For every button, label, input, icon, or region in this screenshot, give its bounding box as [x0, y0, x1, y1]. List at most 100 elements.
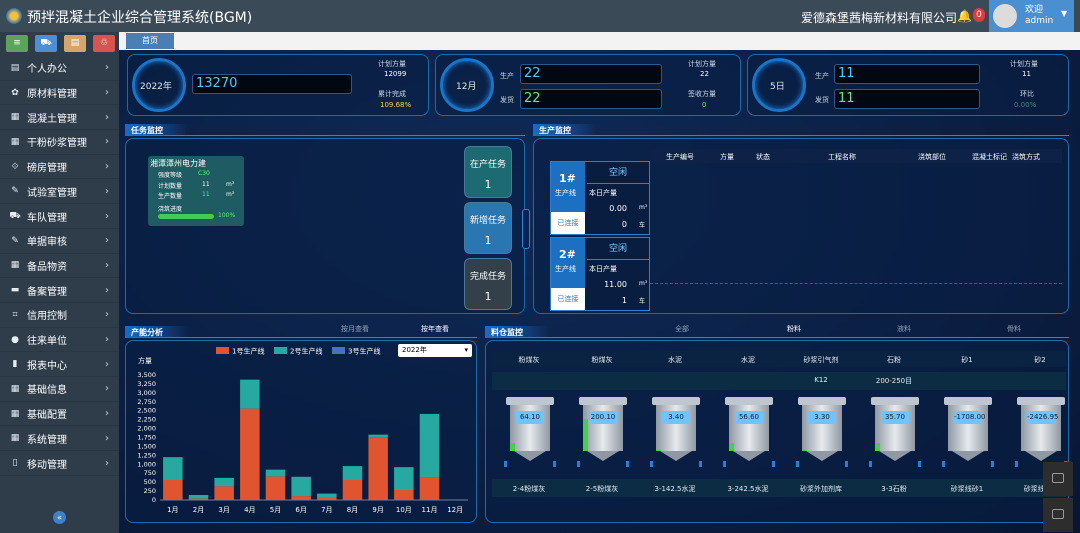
silo-name: 2-5粉煤灰 — [585, 485, 619, 493]
sidebar-item-15[interactable]: ▦ 系统管理 › — [0, 427, 119, 452]
material-tab[interactable]: 液料 — [897, 324, 911, 334]
silo-tank[interactable]: 56.60 — [723, 397, 775, 469]
dashboard: 2022年 13270 计划方量 12099 累计完成 109.68% 12月 … — [119, 50, 1080, 533]
bar-2 — [394, 467, 414, 490]
sidebar-item-14[interactable]: ▦ 基础配置 › — [0, 402, 119, 427]
sidebar-item-3[interactable]: ▦ 干粉砂浆管理 › — [0, 130, 119, 155]
column-header: 方量 — [720, 153, 734, 161]
material-tab[interactable]: 骨料 — [1007, 324, 1021, 334]
silo-name: 3-3石粉 — [881, 485, 907, 493]
sidebar-item-9[interactable]: ▬ 备案管理 › — [0, 278, 119, 303]
volume-unit: m³ — [639, 204, 648, 211]
sidebar-item-10[interactable]: ⌗ 信用控制 › — [0, 303, 119, 328]
silo-body: -2426.95 — [1021, 405, 1061, 451]
silo-spec: K12 — [814, 376, 828, 384]
quick-button-1[interactable]: ≡ — [6, 35, 28, 52]
sidebar-item-4[interactable]: ⟐ 磅房管理 › — [0, 155, 119, 180]
silo-cone — [1025, 451, 1057, 461]
company-name: 爱德森堡茜梅新材料有限公司 — [801, 11, 958, 25]
silo-tank[interactable]: -2426.95 — [1015, 397, 1067, 469]
column-header: 混凝土标记 — [972, 153, 1007, 161]
sidebar-item-13[interactable]: ▦ 基础信息 › — [0, 377, 119, 402]
sidebar: ≡ ⛟ ▤ ♲ ▤ 个人办公 › ✿ 原材料管理 › ▦ 混凝土管理 › ▦ 干粉砂浆管理 › ⟐ 磅房管理 › ✎… — [0, 32, 119, 533]
material-panel-header: 料仓监控 全部 粉料 液料 骨料 — [485, 324, 1069, 338]
material-spec-row — [492, 372, 1066, 390]
quick-button-2[interactable]: ⛟ — [35, 35, 57, 52]
bar-2 — [265, 469, 286, 477]
sidebar-item-12[interactable]: ▮ 报表中心 › — [0, 352, 119, 378]
silo-tank[interactable]: -1708.00 — [942, 397, 994, 469]
sidebar-item-2[interactable]: ▦ 混凝土管理 › — [0, 105, 119, 131]
chevron-right-icon: › — [105, 210, 109, 222]
silo-level-fill — [583, 419, 588, 451]
silo-tank[interactable]: 64.10 — [504, 397, 556, 469]
tab-home[interactable]: 首页 — [126, 33, 174, 49]
material-tab[interactable]: 粉料 — [787, 324, 801, 334]
tab-by-month[interactable]: 按月查看 — [341, 324, 369, 334]
y-tick-label: 2,250 — [137, 416, 156, 424]
sidebar-item-8[interactable]: ▦ 备品物资 › — [0, 254, 119, 279]
sidebar-item-label: 系统管理 — [27, 434, 67, 446]
line-id-box: 1# 生产线 — [551, 162, 585, 212]
silo-tank[interactable]: 35.70 — [869, 397, 921, 469]
sidebar-item-label: 基础配置 — [27, 410, 67, 422]
sidebar-item-1[interactable]: ✿ 原材料管理 › — [0, 81, 119, 106]
silo-header: 石粉 — [887, 356, 901, 364]
silo-name: 3-242.5水泥 — [727, 485, 769, 493]
sidebar-item-label: 试验室管理 — [27, 187, 77, 199]
sidebar-item-16[interactable]: ▯ 移动管理 › — [0, 451, 119, 476]
silo-tank[interactable]: 200.10 — [577, 397, 629, 469]
y-tick-label: 0 — [152, 496, 156, 504]
sidebar-item-6[interactable]: ⛟ 车队管理 › — [0, 204, 119, 229]
silo-tank[interactable]: 3.40 — [650, 397, 702, 469]
line-status: 空闲 — [587, 238, 649, 260]
sidebar-item-label: 基础信息 — [27, 385, 67, 397]
production-panel-header: 生产监控 — [533, 124, 1069, 136]
chevron-right-icon: › — [105, 334, 109, 346]
task-card[interactable]: 湘潭潭州电力建 强度等级 C30 计划数量 11 m³ 生产数量 11 m³ 浇… — [148, 156, 244, 226]
volume-unit: m³ — [639, 280, 648, 287]
x-tick-label: 9月 — [372, 506, 383, 514]
y-tick-label: 2,000 — [137, 425, 156, 433]
quick-button-4[interactable]: ♲ — [93, 35, 115, 52]
bar-1 — [265, 476, 286, 500]
silo-value: -2426.95 — [1027, 411, 1058, 424]
quick-button-3[interactable]: ▤ — [64, 35, 86, 52]
task-button-2[interactable]: 完成任务 1 — [464, 258, 512, 310]
sidebar-item-icon: ⌗ — [12, 309, 18, 320]
bar-2 — [342, 466, 363, 480]
silo-tank[interactable]: 3.30 — [796, 397, 848, 469]
production-line-card[interactable]: 1# 生产线 已连接 空闲 本日产量 0.00 m³ 0 车 — [550, 161, 650, 235]
task-button-1[interactable]: 新增任务 1 — [464, 202, 512, 254]
x-tick-label: 12月 — [447, 506, 463, 514]
bell-icon[interactable]: 🔔 — [957, 9, 972, 23]
silo-header: 砂1 — [961, 356, 973, 364]
production-line-card[interactable]: 2# 生产线 已连接 空闲 本日产量 11.00 m³ 1 车 — [550, 237, 650, 311]
prod-qty-unit: m³ — [226, 191, 235, 198]
silo-cap — [871, 397, 919, 405]
plan-qty-unit: m³ — [226, 181, 235, 188]
year-ring-label: 2022年 — [140, 82, 172, 92]
float-chat-button[interactable] — [1043, 462, 1073, 496]
silo-header: 水泥 — [741, 356, 755, 364]
sidebar-item-label: 混凝土管理 — [27, 113, 77, 125]
tab-by-year[interactable]: 按年查看 — [421, 324, 449, 334]
truck-unit: 车 — [639, 298, 646, 305]
caret-down-icon[interactable]: ▼ — [1061, 9, 1067, 18]
line-name: 生产线 — [555, 189, 576, 197]
collapse-sidebar-button[interactable]: « — [53, 511, 66, 524]
task-button-0[interactable]: 在产任务 1 — [464, 146, 512, 198]
sidebar-item-7[interactable]: ✎ 单据审核 › — [0, 229, 119, 254]
material-tab[interactable]: 全部 — [675, 324, 689, 334]
y-tick-label: 1,750 — [137, 434, 156, 442]
y-axis-label: 方量 — [138, 356, 152, 365]
sidebar-item-11[interactable]: ● 往来单位 › — [0, 328, 119, 353]
sidebar-item-5[interactable]: ✎ 试验室管理 › — [0, 180, 119, 205]
float-chat-button-2[interactable] — [1043, 498, 1073, 532]
sidebar-item-0[interactable]: ▤ 个人办公 › — [0, 56, 119, 81]
sidebar-item-icon: ✿ — [11, 87, 19, 98]
bar-1 — [317, 497, 337, 500]
silo-name: 砂浆线砂1 — [950, 485, 984, 493]
sidebar-item-icon: ▤ — [10, 62, 20, 73]
user-menu[interactable]: 欢迎 admin ▼ — [989, 0, 1074, 32]
